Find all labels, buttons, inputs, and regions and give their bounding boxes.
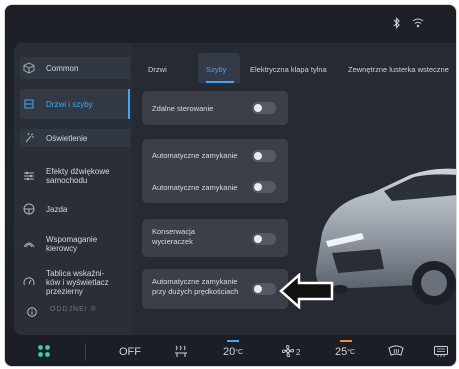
wiper-maintenance-label: Konserwacja wycieraczek [152,227,195,246]
status-bar [5,5,456,45]
wiper-maintenance-card: Konserwacja wycieraczek [142,219,288,257]
equalizer-icon [20,170,38,182]
seat-heat-icon[interactable] [173,344,189,358]
fan-speed[interactable]: 2 [281,344,300,361]
wifi-icon [412,17,424,32]
left-temp-value: 20 [223,346,236,358]
light-icon [20,132,38,144]
bluetooth-icon [392,17,402,32]
fan-level: 2 [296,348,301,357]
tab-exterior-mirrors[interactable]: Zewnętrzne lusterka wsteczne [348,65,449,74]
auto-close-toggle-2[interactable] [252,181,276,193]
right-temp-unit: °C [347,348,356,356]
auto-close-label-1: Automatyczne zamykanie [152,151,238,160]
wiper-maintenance-toggle[interactable] [252,233,276,245]
infotainment-screen: Common Drzwi i szyby Oświetlenie Efekty … [4,4,457,367]
sidebar: Common Drzwi i szyby Oświetlenie Efekty … [14,43,132,335]
sidebar-item-sound-effects[interactable]: Efekty dźwiękowe samochodu [20,165,130,187]
right-temp[interactable]: 25 °C [335,346,355,358]
sidebar-item-driving[interactable]: Jazda [20,201,130,217]
sidebar-item-label: Wspomaganie kierowcy [46,235,98,253]
high-speed-auto-close-card: Automatyczne zamykanie przy dużych prędk… [142,269,288,309]
left-temp-indicator [227,340,239,342]
climate-bar: OFF 20 °C 2 25 °C [5,335,456,366]
callout-arrow-icon [279,272,335,314]
right-temp-value: 25 [335,346,348,358]
rear-defrost-icon[interactable] [433,344,449,358]
sidebar-item-label: Common [46,63,79,73]
front-defrost-icon[interactable] [388,344,404,358]
remote-control-card: Zdalne sterowanie [142,91,288,125]
sidebar-item-label: Tablica wskaźni- ków i wyświetlacz przez… [46,268,109,296]
remote-control-label: Zdalne sterowanie [152,104,214,113]
sidebar-item-label: Jazda [46,204,68,214]
high-speed-auto-close-label: Automatyczne zamykanie przy dużych prędk… [152,277,239,296]
sidebar-item-cluster-hud[interactable]: Tablica wskaźni- ków i wyświetlacz przez… [20,267,130,297]
ac-off-button[interactable]: OFF [119,346,141,358]
sidebar-item-label: Oświetlenie [46,133,88,143]
high-speed-auto-close-toggle[interactable] [252,283,276,295]
door-icon [20,98,38,110]
auto-close-toggle-1[interactable] [252,150,276,162]
left-temp[interactable]: 20 °C [223,346,243,358]
cube-icon [20,62,38,74]
remote-control-toggle[interactable] [252,102,276,114]
sidebar-item-driver-assist[interactable]: Wspomaganie kierowcy [20,233,130,255]
auto-close-card: Automatyczne zamykanie Automatyczne zamy… [142,139,288,203]
driver-assist-icon [20,238,38,250]
sidebar-item-label: Efekty dźwiękowe samochodu [46,167,110,185]
tab-doors[interactable]: Drzwi [148,65,167,74]
right-temp-indicator [340,340,352,342]
sidebar-item-label: Drzwi i szyby [46,99,93,109]
fan-icon [281,344,295,361]
steering-wheel-icon [20,203,38,215]
tab-power-tailgate[interactable]: Elektryczna klapa tylna [250,65,327,74]
apps-grid-icon[interactable] [37,344,51,358]
left-temp-unit: °C [235,348,244,356]
sidebar-item-lighting[interactable]: Oświetlenie [20,129,130,147]
tab-bar: Drzwi Szyby Elektryczna klapa tylna Zewn… [132,43,456,83]
tab-windows[interactable]: Szyby [206,65,226,74]
sidebar-item-doors-windows[interactable]: Drzwi i szyby [20,89,130,119]
brand-logo: ODDJNEI ® [50,306,97,313]
settings-panel: Common Drzwi i szyby Oświetlenie Efekty … [14,43,456,335]
gauge-icon [20,276,38,288]
info-icon[interactable] [27,304,37,322]
auto-close-label-2: Automatyczne zamykanie [152,183,238,192]
sidebar-item-common[interactable]: Common [20,57,130,79]
